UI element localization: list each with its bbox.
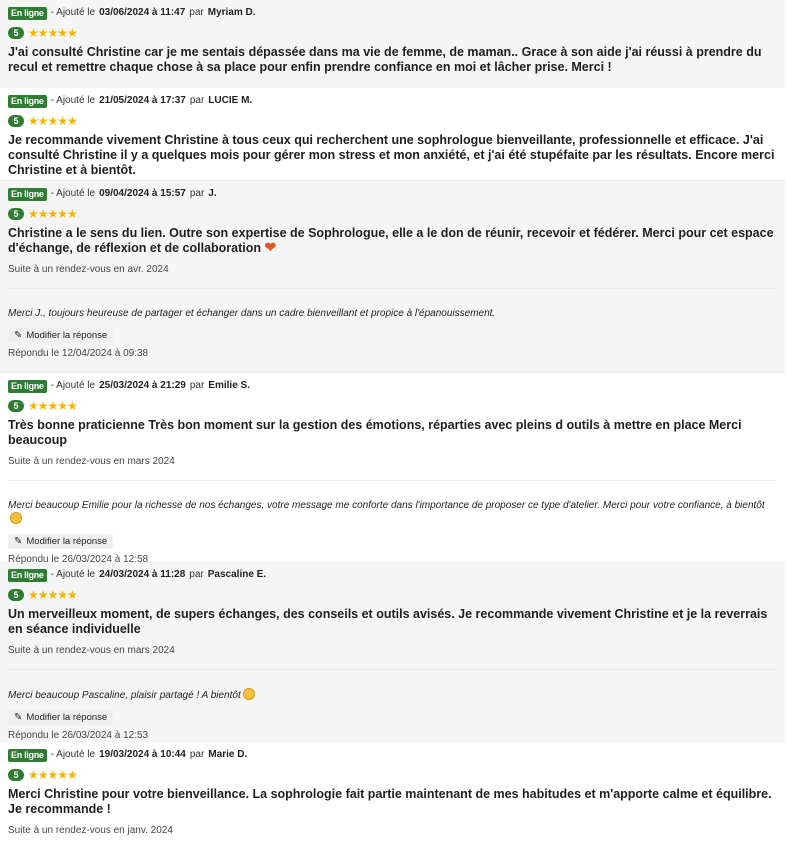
review-text: Très bonne praticienne Très bon moment s… <box>8 418 742 447</box>
edit-icon: ✎ <box>14 330 23 341</box>
review-context: Suite à un rendez-vous en janv. 2024 <box>8 825 173 836</box>
review-date: 19/03/2024 à 10:44 <box>99 749 186 760</box>
score-badge: 5 <box>8 589 24 601</box>
replied-date: Répondu le 12/04/2024 à 09:38 <box>8 348 149 359</box>
edit-reply-button[interactable]: ✎ Modifier la réponse <box>8 328 114 343</box>
reply-text-body: Merci beaucoup Emilie pour la richesse d… <box>8 500 765 511</box>
reply-text: Merci J., toujours heureuse de partager … <box>8 308 496 319</box>
review-author: LUCIE M. <box>208 95 253 106</box>
reviews-list: En ligne - Ajouté le 03/06/2024 à 11:47 … <box>0 0 791 837</box>
star-icons: ★★★★★ <box>28 768 78 782</box>
review-text: Christine a le sens du lien. Outre son e… <box>8 226 777 256</box>
smile-emoji-icon <box>10 512 22 524</box>
review-text-body: Christine a le sens du lien. Outre son e… <box>8 226 774 255</box>
review-text: J'ai consulté Christine car je me sentai… <box>8 45 762 74</box>
review-author: J. <box>208 188 217 199</box>
star-icons: ★★★★★ <box>28 207 78 221</box>
review-card: En ligne - Ajouté le 19/03/2024 à 10:44 … <box>0 742 785 837</box>
review-author: Marie D. <box>208 749 248 760</box>
review-meta: En ligne - Ajouté le 24/03/2024 à 11:28 … <box>8 567 777 583</box>
review-rating: 5 ★★★★★ <box>8 768 777 782</box>
owner-reply: Merci J., toujours heureuse de partager … <box>8 288 777 360</box>
added-label: - Ajouté le <box>50 188 96 199</box>
review-context: Suite à un rendez-vous en avr. 2024 <box>8 264 169 275</box>
review-meta: En ligne - Ajouté le 19/03/2024 à 10:44 … <box>8 747 777 763</box>
owner-reply: Merci beaucoup Pascaline, plaisir partag… <box>8 669 777 742</box>
edit-icon: ✎ <box>14 536 23 547</box>
review-author: Pascaline E. <box>207 569 267 580</box>
star-icons: ★★★★★ <box>28 399 78 413</box>
review-author: Emilie S. <box>208 380 250 391</box>
edit-icon: ✎ <box>14 712 23 723</box>
review-text: Merci Christine pour votre bienveillance… <box>8 787 772 816</box>
score-badge: 5 <box>8 115 24 127</box>
review-date: 09/04/2024 à 15:57 <box>99 188 186 199</box>
review-rating: 5 ★★★★★ <box>8 588 777 602</box>
review-text: Je recommande vivement Christine à tous … <box>8 133 775 177</box>
score-badge: 5 <box>8 27 24 39</box>
owner-reply: Merci beaucoup Emilie pour la richesse d… <box>8 480 777 566</box>
by-label: par <box>189 95 205 106</box>
online-badge: En ligne <box>8 568 47 582</box>
review-meta: En ligne - Ajouté le 25/03/2024 à 21:29 … <box>8 378 777 394</box>
review-date: 25/03/2024 à 21:29 <box>99 380 186 391</box>
added-label: - Ajouté le <box>50 749 96 760</box>
review-context: Suite à un rendez-vous en mars 2024 <box>8 645 175 656</box>
score-badge: 5 <box>8 208 24 220</box>
review-date: 03/06/2024 à 11:47 <box>99 7 186 18</box>
reply-text: Merci beaucoup Emilie pour la richesse d… <box>8 499 777 526</box>
smile-emoji-icon <box>242 688 255 700</box>
score-badge: 5 <box>8 769 24 781</box>
review-rating: 5 ★★★★★ <box>8 207 777 221</box>
review-author: Myriam D. <box>207 7 256 18</box>
by-label: par <box>189 749 205 760</box>
added-label: - Ajouté le <box>50 95 96 106</box>
star-icons: ★★★★★ <box>28 26 78 40</box>
heart-icon: ❤ <box>264 239 277 255</box>
review-rating: 5 ★★★★★ <box>8 114 777 128</box>
reply-text: Merci beaucoup Pascaline, plaisir partag… <box>8 688 777 702</box>
by-label: par <box>189 188 205 199</box>
star-icons: ★★★★★ <box>28 114 78 128</box>
review-card: En ligne - Ajouté le 24/03/2024 à 11:28 … <box>0 562 785 742</box>
review-context: Suite à un rendez-vous en mars 2024 <box>8 456 175 467</box>
review-card: En ligne - Ajouté le 25/03/2024 à 21:29 … <box>0 372 785 565</box>
review-rating: 5 ★★★★★ <box>8 26 777 40</box>
by-label: par <box>189 7 204 18</box>
review-card: En ligne - Ajouté le 21/05/2024 à 17:37 … <box>0 88 785 180</box>
review-text: Un merveilleux moment, de supers échange… <box>8 607 768 636</box>
review-date: 24/03/2024 à 11:28 <box>99 569 186 580</box>
review-meta: En ligne - Ajouté le 03/06/2024 à 11:47 … <box>8 5 777 21</box>
online-badge: En ligne <box>8 187 47 201</box>
by-label: par <box>189 380 205 391</box>
review-meta: En ligne - Ajouté le 21/05/2024 à 17:37 … <box>8 93 777 109</box>
online-badge: En ligne <box>8 6 47 20</box>
by-label: par <box>189 569 204 580</box>
edit-reply-label: Modifier la réponse <box>26 712 108 723</box>
edit-reply-label: Modifier la réponse <box>26 536 108 547</box>
added-label: - Ajouté le <box>50 380 96 391</box>
review-date: 21/05/2024 à 17:37 <box>99 95 186 106</box>
score-badge: 5 <box>8 400 24 412</box>
review-card: En ligne - Ajouté le 03/06/2024 à 11:47 … <box>0 0 785 88</box>
online-badge: En ligne <box>8 94 47 108</box>
review-meta: En ligne - Ajouté le 09/04/2024 à 15:57 … <box>8 186 777 202</box>
reply-text-body: Merci beaucoup Pascaline, plaisir partag… <box>8 690 241 701</box>
review-card: En ligne - Ajouté le 09/04/2024 à 15:57 … <box>0 180 785 372</box>
edit-reply-button[interactable]: ✎ Modifier la réponse <box>8 534 114 549</box>
star-icons: ★★★★★ <box>28 588 78 602</box>
edit-reply-button[interactable]: ✎ Modifier la réponse <box>8 710 114 725</box>
added-label: - Ajouté le <box>50 569 96 580</box>
added-label: - Ajouté le <box>50 7 96 18</box>
review-rating: 5 ★★★★★ <box>8 399 777 413</box>
online-badge: En ligne <box>8 379 47 393</box>
edit-reply-label: Modifier la réponse <box>26 330 108 341</box>
replied-date: Répondu le 26/03/2024 à 12:53 <box>8 730 149 741</box>
online-badge: En ligne <box>8 748 47 762</box>
